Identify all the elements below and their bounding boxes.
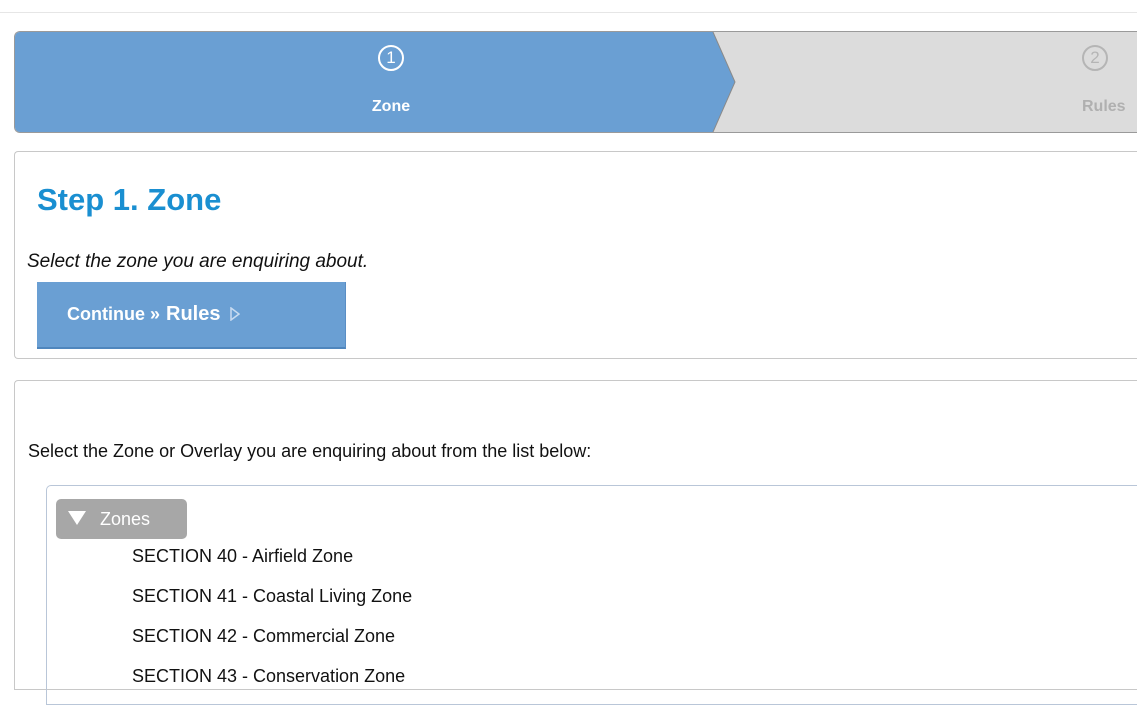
zone-tree: Zones SECTION 40 - Airfield Zone SECTION… xyxy=(46,485,1137,705)
wizard-step-zone[interactable]: 1 Zone xyxy=(15,32,767,132)
play-arrow-icon xyxy=(230,305,241,326)
tree-group-zones[interactable]: Zones xyxy=(56,499,187,539)
wizard-step-bar: 1 Zone 2 Rules xyxy=(14,31,1137,133)
list-instructions: Select the Zone or Overlay you are enqui… xyxy=(28,441,592,461)
continue-rules-button[interactable]: Continue » Rules xyxy=(37,282,346,349)
zone-list-panel: Select the Zone or Overlay you are enqui… xyxy=(14,380,1137,705)
continue-target-label: Rules xyxy=(166,303,221,325)
page-title: Step 1. Zone xyxy=(37,182,222,217)
top-divider xyxy=(0,12,1137,13)
step-panel: Step 1. Zone Select the zone you are enq… xyxy=(14,151,1137,359)
step-number-badge: 1 xyxy=(378,45,404,71)
tree-item-section-43[interactable]: SECTION 43 - Conservation Zone xyxy=(132,666,405,687)
step-label: Rules xyxy=(1082,98,1126,115)
triangle-down-icon xyxy=(68,509,86,530)
tree-item-section-41[interactable]: SECTION 41 - Coastal Living Zone xyxy=(132,586,412,607)
step-label: Zone xyxy=(371,98,411,115)
tree-item-section-42[interactable]: SECTION 42 - Commercial Zone xyxy=(132,626,395,647)
step-number-badge: 2 xyxy=(1082,45,1108,71)
wizard-step-rules[interactable]: 2 Rules xyxy=(1035,32,1137,132)
step-instructions: Select the zone you are enquiring about. xyxy=(27,251,369,272)
continue-label: Continue » xyxy=(67,304,160,324)
tree-item-section-40[interactable]: SECTION 40 - Airfield Zone xyxy=(132,546,353,567)
tree-group-label: Zones xyxy=(100,508,151,529)
